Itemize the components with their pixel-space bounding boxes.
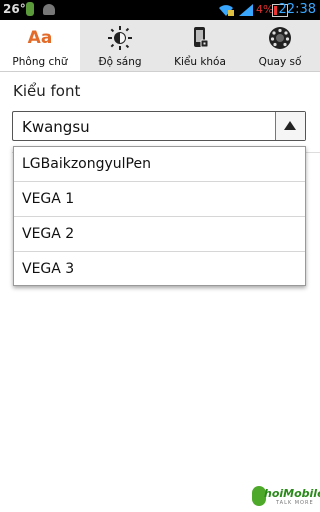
- triangle-up-icon: [284, 121, 296, 130]
- watermark-brand: hoiMobile: [264, 487, 320, 500]
- list-item-label: VEGA 2: [22, 226, 75, 242]
- lock-icon: [228, 10, 234, 16]
- tab-lock-style-label: Kiểu khóa: [174, 56, 226, 68]
- tab-font-label: Phông chữ: [12, 56, 68, 68]
- tab-brightness[interactable]: Độ sáng: [80, 20, 160, 71]
- lock-screen-icon: [194, 27, 209, 48]
- font-style-label: Kiểu font: [13, 82, 81, 100]
- font-select[interactable]: Kwangsu: [12, 111, 306, 141]
- dropdown-toggle-button[interactable]: [275, 112, 305, 140]
- list-item[interactable]: VEGA 2: [14, 217, 305, 252]
- tab-lock-style[interactable]: Kiểu khóa: [160, 20, 240, 71]
- android-icon: [43, 4, 55, 15]
- tab-dial-label: Quay số: [258, 56, 302, 68]
- watermark-tagline: TALK MORE: [276, 500, 314, 506]
- battery-percent: 4%: [256, 3, 274, 16]
- brightness-icon: [108, 26, 132, 50]
- tab-dial[interactable]: Quay số: [240, 20, 320, 71]
- signal-icon: [239, 4, 253, 16]
- status-bar: 26° 4% 22:38: [0, 0, 320, 20]
- list-item-label: LGBaikzongyulPen: [22, 156, 151, 172]
- tab-font[interactable]: Aa Phông chữ: [0, 20, 80, 71]
- font-dropdown-list: LGBaikzongyulPen VEGA 1 VEGA 2 VEGA 3: [13, 146, 306, 286]
- watermark-logo: hoiMobile TALK MORE: [252, 486, 320, 508]
- font-aa-icon: Aa: [27, 28, 53, 48]
- list-item[interactable]: VEGA 1: [14, 182, 305, 217]
- list-item[interactable]: LGBaikzongyulPen: [14, 147, 305, 182]
- dial-icon: [269, 27, 291, 49]
- settings-tab-bar: Aa Phông chữ Độ sáng Kiểu khóa Quay số: [0, 20, 320, 72]
- temperature-text: 26°: [3, 2, 26, 16]
- list-item-label: VEGA 1: [22, 191, 75, 207]
- clock: 22:38: [278, 2, 316, 17]
- cactus-icon: [26, 2, 34, 16]
- list-item-label: VEGA 3: [22, 261, 75, 277]
- tab-brightness-label: Độ sáng: [98, 56, 142, 68]
- font-select-value: Kwangsu: [22, 118, 90, 136]
- list-item[interactable]: VEGA 3: [14, 252, 305, 287]
